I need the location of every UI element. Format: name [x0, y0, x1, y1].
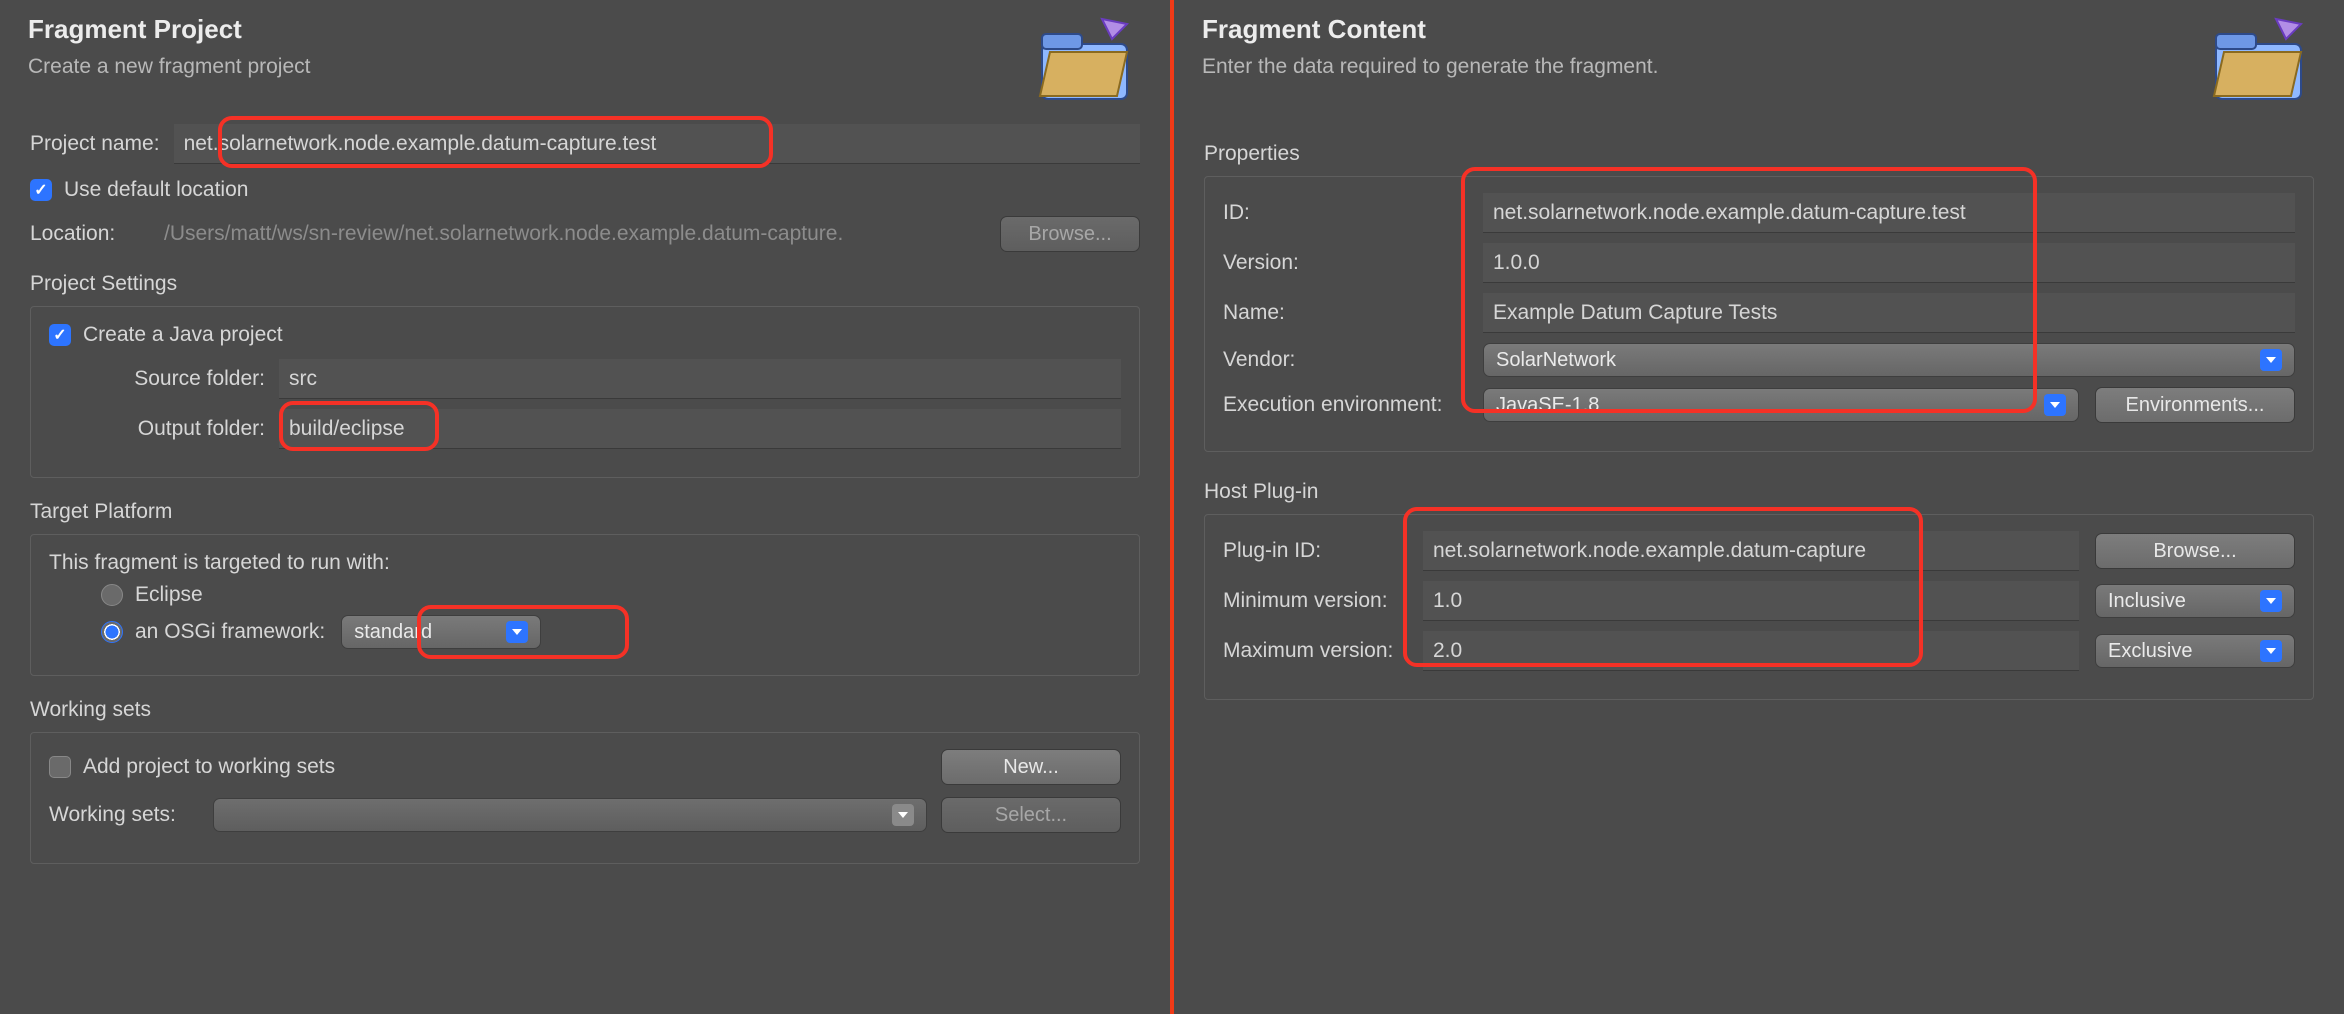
working-sets-label: Working sets: — [49, 803, 199, 827]
add-to-working-sets-checkbox[interactable] — [49, 756, 71, 778]
min-version-label: Minimum version: — [1223, 589, 1423, 613]
wizard-folder-icon — [2206, 14, 2316, 104]
page-title: Fragment Project — [28, 14, 310, 45]
min-version-mode-select[interactable]: Inclusive — [2095, 584, 2295, 618]
name-input[interactable] — [1483, 293, 2295, 333]
chevron-down-icon — [506, 621, 528, 643]
id-input[interactable] — [1483, 193, 2295, 233]
plugin-id-label: Plug-in ID: — [1223, 539, 1423, 563]
max-version-mode-value: Exclusive — [2108, 640, 2192, 663]
version-input[interactable] — [1483, 243, 2295, 283]
osgi-radio-label: an OSGi framework: — [135, 620, 325, 644]
wizard-folder-icon — [1032, 14, 1142, 104]
properties-title: Properties — [1204, 142, 2314, 166]
eclipse-radio[interactable] — [101, 584, 123, 606]
vendor-select[interactable]: SolarNetwork — [1483, 343, 2295, 377]
max-version-input[interactable] — [1423, 631, 2079, 671]
create-java-project-checkbox[interactable]: ✓ — [49, 324, 71, 346]
version-label: Version: — [1223, 251, 1483, 275]
host-plugin-title: Host Plug-in — [1204, 480, 2314, 504]
name-label: Name: — [1223, 301, 1483, 325]
output-folder-input[interactable] — [279, 409, 1121, 449]
project-settings-title: Project Settings — [30, 272, 1140, 296]
fragment-project-pane: Fragment Project Create a new fragment p… — [0, 0, 1170, 1014]
host-plugin-group: Plug-in ID: Browse... Minimum version: I… — [1204, 514, 2314, 700]
working-sets-title: Working sets — [30, 698, 1140, 722]
chevron-down-icon — [2260, 640, 2282, 662]
min-version-mode-value: Inclusive — [2108, 590, 2186, 613]
eclipse-radio-label: Eclipse — [135, 583, 203, 607]
properties-group: ID: Version: Name: Vendor: SolarNetwork … — [1204, 176, 2314, 452]
project-settings-group: ✓ Create a Java project Source folder: O… — [30, 306, 1140, 478]
target-platform-title: Target Platform — [30, 500, 1140, 524]
osgi-framework-value: standard — [354, 621, 432, 644]
header-left: Fragment Project Create a new fragment p… — [0, 0, 1170, 104]
page-title: Fragment Content — [1202, 14, 1658, 45]
browse-plugin-button[interactable]: Browse... — [2095, 533, 2295, 569]
source-folder-label: Source folder: — [109, 367, 279, 391]
use-default-location-checkbox[interactable]: ✓ — [30, 179, 52, 201]
browse-button: Browse... — [1000, 216, 1140, 252]
chevron-down-icon — [2044, 394, 2066, 416]
max-version-label: Maximum version: — [1223, 639, 1423, 663]
target-platform-group: This fragment is targeted to run with: E… — [30, 534, 1140, 676]
osgi-framework-select[interactable]: standard — [341, 615, 541, 649]
plugin-id-input[interactable] — [1423, 531, 2079, 571]
min-version-input[interactable] — [1423, 581, 2079, 621]
project-name-label: Project name: — [30, 132, 160, 156]
location-label: Location: — [30, 222, 140, 246]
id-label: ID: — [1223, 201, 1483, 225]
chevron-down-icon — [892, 804, 914, 826]
use-default-location-label: Use default location — [64, 178, 248, 202]
fragment-content-pane: Fragment Content Enter the data required… — [1174, 0, 2344, 1014]
vendor-value: SolarNetwork — [1496, 349, 1616, 372]
add-to-working-sets-label: Add project to working sets — [83, 755, 335, 779]
working-sets-group: Add project to working sets New... Worki… — [30, 732, 1140, 864]
new-button[interactable]: New... — [941, 749, 1121, 785]
page-subtitle: Create a new fragment project — [28, 55, 310, 79]
osgi-radio[interactable] — [101, 621, 123, 643]
max-version-mode-select[interactable]: Exclusive — [2095, 634, 2295, 668]
source-folder-input[interactable] — [279, 359, 1121, 399]
chevron-down-icon — [2260, 349, 2282, 371]
exec-env-label: Execution environment: — [1223, 393, 1483, 417]
vendor-label: Vendor: — [1223, 348, 1483, 372]
select-button: Select... — [941, 797, 1121, 833]
create-java-project-label: Create a Java project — [83, 323, 283, 347]
chevron-down-icon — [2260, 590, 2282, 612]
working-sets-select — [213, 798, 927, 832]
page-subtitle: Enter the data required to generate the … — [1202, 55, 1658, 79]
exec-env-select[interactable]: JavaSE-1.8 — [1483, 388, 2079, 422]
output-folder-label: Output folder: — [109, 417, 279, 441]
target-text: This fragment is targeted to run with: — [49, 551, 1121, 575]
project-name-input[interactable] — [174, 124, 1140, 164]
environments-button[interactable]: Environments... — [2095, 387, 2295, 423]
location-input — [154, 214, 986, 254]
exec-env-value: JavaSE-1.8 — [1496, 394, 1599, 417]
header-right: Fragment Content Enter the data required… — [1174, 0, 2344, 104]
